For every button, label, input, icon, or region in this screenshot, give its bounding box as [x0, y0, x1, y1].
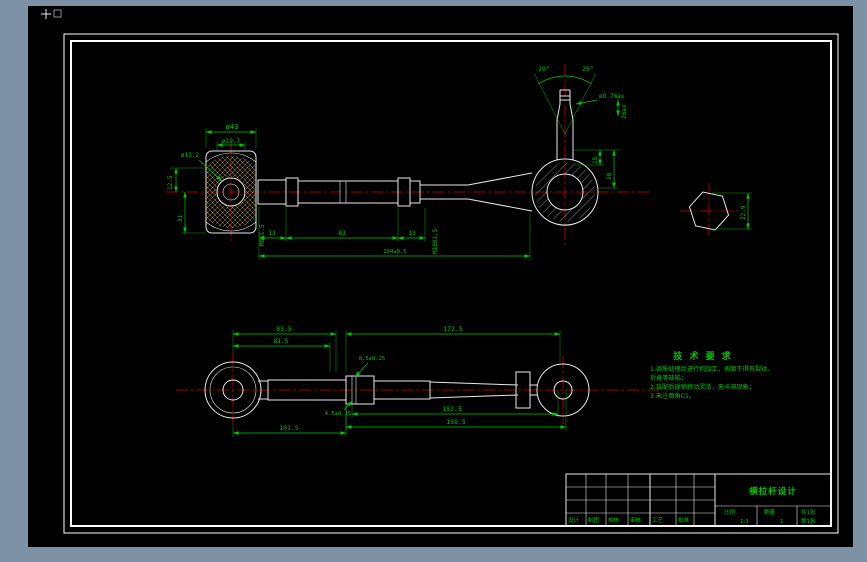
- cell-qty-label: 数量: [764, 508, 776, 516]
- cell-process: 工艺: [652, 517, 664, 524]
- note-line-1: 1.调质处理后进行机加工，表面不得有裂纹、: [650, 365, 773, 373]
- dim-d43: ø43: [226, 123, 239, 131]
- dim-d12-2: ø12.2: [181, 152, 199, 159]
- dim-4-5: 4.5±0.15: [325, 411, 352, 417]
- dim-2max: 2max: [621, 104, 628, 119]
- dim-d8-7max: ø8.7max: [599, 93, 625, 100]
- notes-title: 技 术 要 求: [673, 350, 732, 362]
- dim-81-5: 81.5: [274, 338, 289, 345]
- dim-83: 83: [338, 229, 346, 237]
- dim-13-right: 13: [408, 230, 416, 237]
- dim-172-5: 172.5: [443, 325, 463, 333]
- note-line-2: 折叠等缺陷；: [650, 374, 687, 382]
- cell-approve: 批准: [678, 516, 690, 524]
- dim-v31: 31: [177, 214, 184, 222]
- drawing-canvas: [28, 6, 853, 547]
- note-line-4: 3.未注倒角C1。: [650, 392, 695, 400]
- cell-audit: 审核: [630, 516, 642, 524]
- dim-152-5: 152.5: [442, 405, 462, 413]
- dim-m10: M10X1.5: [432, 228, 439, 254]
- cell-scale-label: 比例: [724, 508, 736, 516]
- cad-viewport: ø43 ø19.7 ø12.2 12.5 31 13 83 13 M8X1.5 …: [0, 0, 867, 562]
- dim-158-5: 158.5: [446, 418, 466, 426]
- dim-101-5: 101.5: [279, 424, 299, 432]
- dim-angle-right: 20°: [582, 65, 594, 73]
- cell-sheet-no: 第1张: [801, 517, 816, 525]
- drawing-title: 横拉杆设计: [748, 486, 797, 497]
- dim-15: 15: [592, 156, 599, 164]
- dim-13-left: 13: [268, 230, 276, 237]
- dim-38: 38: [606, 172, 613, 180]
- drawing-frame: [0, 0, 867, 562]
- dim-angle-left: 20°: [538, 65, 550, 73]
- dim-8-5: 8.5±0.25: [359, 356, 386, 362]
- dim-m8: M8X1.5: [259, 224, 266, 246]
- dim-83-5: 83.5: [276, 325, 292, 333]
- cell-draft: 制图: [588, 516, 600, 524]
- dim-hex-22-9: 22.9: [740, 205, 747, 220]
- dim-v12-5: 12.5: [167, 175, 174, 190]
- cell-check: 校核: [608, 516, 620, 524]
- note-line-3: 2.装配后球销转动灵活，无卡滞现象；: [650, 383, 755, 391]
- dim-total-length: 204±0.5: [383, 249, 406, 255]
- dim-d19-7: ø19.7: [222, 138, 240, 145]
- cell-sheet-total: 共1张: [801, 508, 816, 516]
- cell-design: 设计: [568, 516, 580, 524]
- cad-drawing: ø43 ø19.7 ø12.2 12.5 31 13 83 13 M8X1.5 …: [0, 0, 867, 562]
- cell-scale-value: 1:1: [740, 519, 749, 525]
- cell-qty-value: 1: [780, 519, 784, 525]
